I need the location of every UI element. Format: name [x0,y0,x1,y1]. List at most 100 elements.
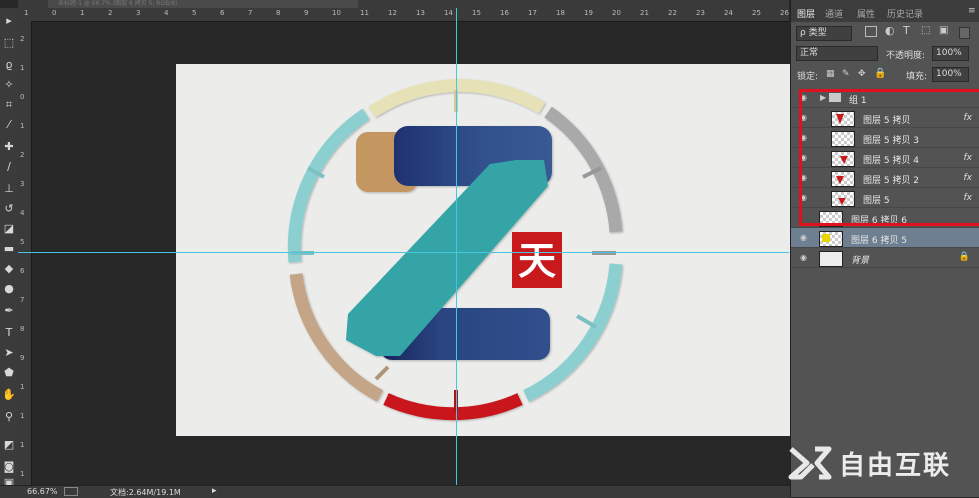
crop-tool-icon[interactable]: ⌗ [1,96,17,112]
hand-tool-icon[interactable]: ✋ [1,386,17,402]
ruler-tick-label: 11 [360,9,369,17]
ruler-tick-label: 23 [696,9,705,17]
ruler-tick-label: 1 [20,470,25,478]
document-size: 文档:2.64M/19.1M [110,488,181,497]
ruler-tick-label: 19 [584,9,593,17]
pen-tool-icon[interactable]: ✒ [1,302,17,318]
ruler-tick-label: 7 [248,9,253,17]
watermark-text: 自由互联 [839,450,952,481]
lasso-tool-icon[interactable]: ϱ [1,56,17,72]
quick-mask-icon[interactable]: ◙ [1,458,17,474]
layers-panel: 图层 通道 属性 历史记录 ≡ ρ 类型 ◐ T ⬚ ▣ 正常 不透明度: 10… [790,0,979,497]
layer-row-selected[interactable]: ◉ 图层 6 拷贝 5 [791,228,979,248]
ruler-tick-label: 6 [220,9,225,17]
ruler-tick-label: 1 [20,383,25,391]
ruler-tick-label: 3 [136,9,141,17]
marquee-tool-icon[interactable]: ⬚ [1,34,17,50]
filter-adjustment-icon[interactable]: ◐ [885,24,895,37]
status-bar: 66.67% 文档:2.64M/19.1M ▸ [0,485,790,498]
ruler-tick-label: 4 [164,9,169,17]
ruler-tick-label: 1 [20,122,25,130]
brush-tool-icon[interactable]: ∕ [1,158,17,174]
ruler-tick-label: 1 [80,9,85,17]
tab-channels[interactable]: 通道 [825,7,843,20]
layer-filter-select[interactable]: ρ 类型 [796,26,852,41]
blend-mode-select[interactable]: 正常 [796,46,878,61]
ruler-tick-label: 8 [20,325,25,333]
lock-transparency-icon[interactable]: ▦ [826,69,835,79]
blur-tool-icon[interactable]: ◆ [1,260,17,276]
panel-tab-strip: 图层 通道 属性 历史记录 ≡ [791,0,979,22]
ruler-tick-label: 1 [20,441,25,449]
ring-segment-bottom [383,393,523,421]
zoom-tool-icon[interactable]: ⚲ [1,408,17,424]
gradient-tool-icon[interactable]: ▬ [1,240,17,256]
filter-smart-object-icon[interactable]: ▣ [939,25,948,36]
fill-field[interactable]: 100% [932,67,969,82]
tab-properties[interactable]: 属性 [857,7,875,20]
panel-menu-icon[interactable]: ≡ [968,6,976,16]
visibility-eye-icon[interactable]: ◉ [800,233,807,242]
history-brush-icon[interactable]: ↺ [1,200,17,216]
ruler-tick-label: 25 [752,9,761,17]
tab-history[interactable]: 历史记录 [887,7,923,20]
ruler-tick-label: 3 [20,180,25,188]
path-selection-icon[interactable]: ➤ [1,344,17,360]
layer-row-background[interactable]: ◉ 背景 🔒 [791,248,979,268]
filter-type-icon[interactable]: T [903,24,910,37]
ruler-tick-label: 2 [20,151,25,159]
move-tool-icon[interactable]: ▸ [1,12,17,28]
tab-layers[interactable]: 图层 [797,7,815,20]
lock-all-icon[interactable]: 🔒 [874,68,886,79]
type-tool-icon[interactable]: T [1,324,17,340]
color-swatch-icon[interactable]: ◩ [1,436,17,452]
horizontal-ruler[interactable]: 1 0 1 2 3 4 5 6 7 8 9 10 11 12 13 14 15 16 17 18 19 20 21 22 23 2… [18,8,789,22]
ruler-tick-label: 12 [388,9,397,17]
shape-tool-icon[interactable]: ⬟ [1,364,17,380]
ruler-tick-label: 1 [24,9,29,17]
watermark: 自由互联 [785,435,979,491]
lock-pixels-icon[interactable]: ✎ [842,69,850,79]
ring-segment-left-upper [287,108,370,263]
fill-label: 填充: [906,72,928,82]
ruler-tick-label: 24 [724,9,733,17]
ruler-tick-label: 8 [276,9,281,17]
healing-brush-icon[interactable]: ✚ [1,138,17,154]
ruler-tick-label: 26 [780,9,789,17]
filter-shape-icon[interactable]: ⬚ [921,25,930,36]
ruler-tick-label: 21 [640,9,649,17]
filter-toggle-icon[interactable] [959,27,970,39]
status-menu-arrow-icon[interactable]: ▸ [212,486,217,496]
zoom-level[interactable]: 66.67% [27,487,58,496]
tools-panel: ▸ ⬚ ϱ ✧ ⌗ ⁄ ✚ ∕ ⊥ ↺ ◪ ▬ ◆ ● ✒ T ➤ ⬟ ✋ ⚲ ◩ ◙ ▣ [0,8,19,488]
logo-artwork: 天 [287,79,623,421]
ruler-tick-label: 0 [20,93,25,101]
layer-name[interactable]: 背景 [851,253,869,266]
ruler-tick-label: 1 [20,64,25,72]
ruler-tick-label: 9 [304,9,309,17]
ruler-tick-label: 9 [20,354,25,362]
ruler-tick-label: 5 [20,238,25,246]
dodge-tool-icon[interactable]: ● [1,280,17,296]
magic-wand-icon[interactable]: ✧ [1,76,17,92]
vertical-ruler[interactable]: 2 1 0 1 2 3 4 5 6 7 8 9 1 1 1 1 [18,21,32,485]
clone-stamp-icon[interactable]: ⊥ [1,180,17,196]
visibility-eye-icon[interactable]: ◉ [800,253,807,262]
document-tab[interactable]: 未标题-1 @ 66.7% (图层 6 拷贝 5, RGB/8) [48,0,358,8]
ruler-tick-label: 2 [108,9,113,17]
layer-thumbnail [819,251,843,267]
layer-name[interactable]: 图层 6 拷贝 5 [851,233,907,246]
ruler-tick-label: 17 [528,9,537,17]
opacity-field[interactable]: 100% [932,46,969,61]
ruler-tick-label: 0 [52,9,57,17]
horizontal-guide[interactable] [18,252,789,253]
ruler-tick-label: 6 [20,267,25,275]
filter-image-icon[interactable] [865,26,877,37]
ruler-tick-label: 22 [668,9,677,17]
eraser-tool-icon[interactable]: ◪ [1,220,17,236]
eyedropper-icon[interactable]: ⁄ [1,116,17,132]
vertical-guide[interactable] [456,8,457,485]
lock-position-icon[interactable]: ✥ [858,69,866,79]
document-canvas[interactable]: 天 [176,64,790,436]
ruler-tick-label: 2 [20,35,25,43]
